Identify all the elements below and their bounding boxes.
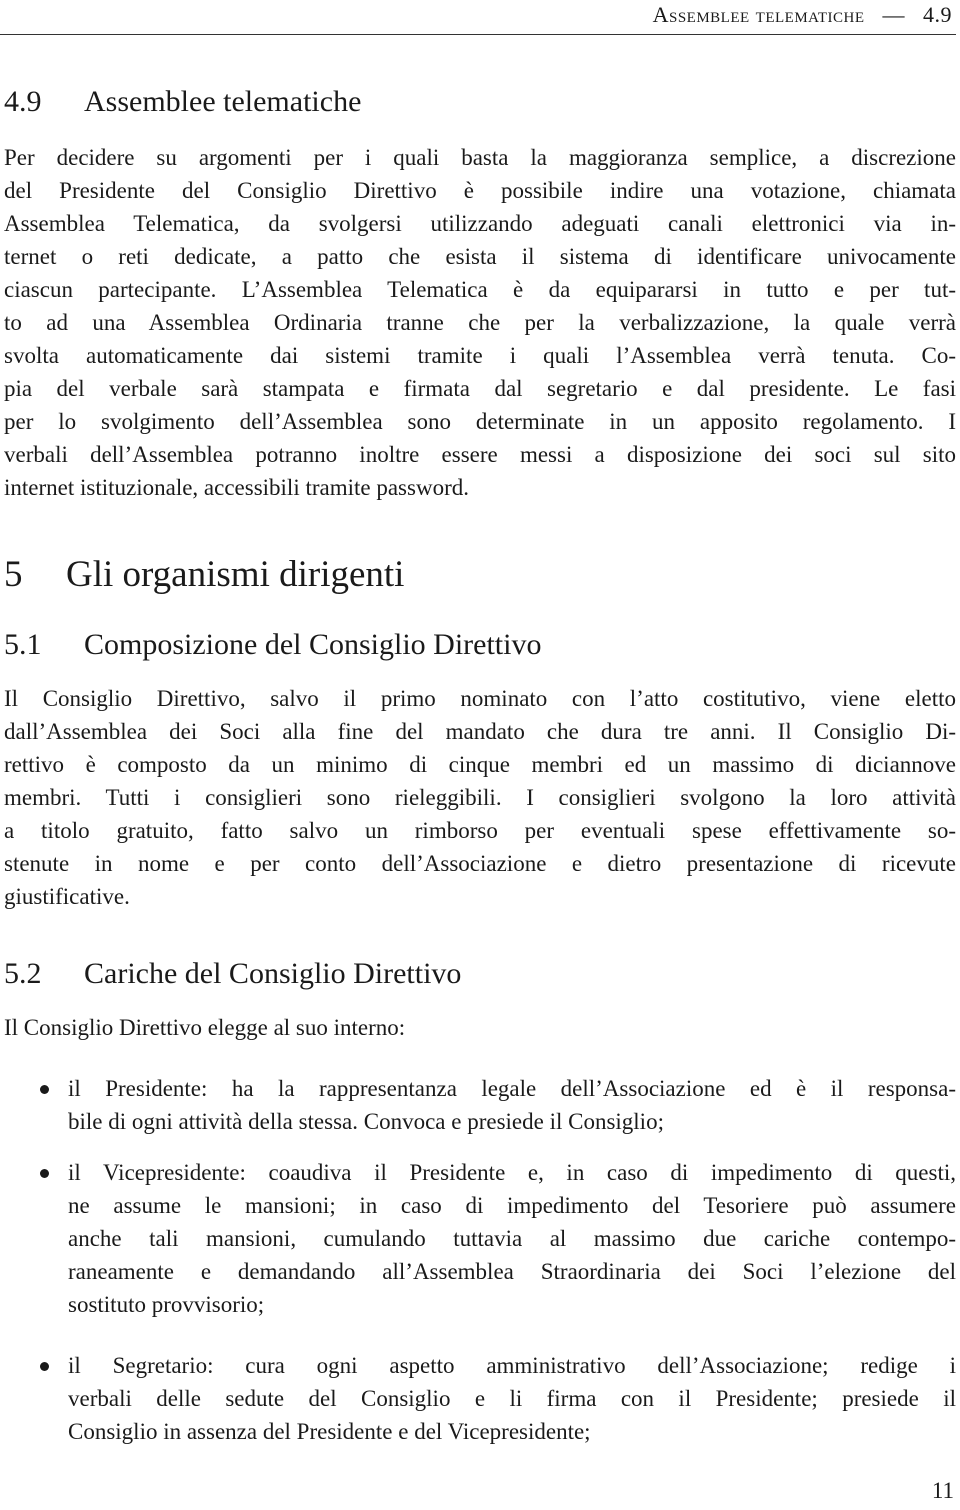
running-head-separator: — [882,2,905,27]
paragraph-line: ternet o reti dedicate, a patto che esis… [4,244,956,269]
list-item-line: Consiglio in assenza del Presidente e de… [68,1419,591,1444]
paragraph-line: rettivo è composto da un minimo di cinqu… [4,752,956,777]
section-number: 5.2 [4,957,42,990]
bullet-icon [40,1362,49,1371]
paragraph-line: to ad una Assemblea Ordinaria tranne che… [4,310,956,335]
paragraph-line: stenute in nome e per conto dell’Associa… [4,851,956,876]
paragraph-line: dall’Assemblea dei Soci alla fine del ma… [4,719,956,744]
list-item-line: sostituto provvisorio; [68,1292,265,1317]
paragraph-line: svolta automaticamente dai sistemi trami… [4,343,956,368]
paragraph-line: ciascun partecipante. L’Assemblea Telema… [4,277,956,302]
paragraph-line: pia del verbale sarà stampata e firmata … [4,376,956,401]
section-heading-4-9: 4.9 Assemblee telematiche [4,84,361,120]
list-item-line: raneamente e demandando all’Assemblea St… [68,1259,956,1284]
section-heading-5-1: 5.1 Composizione del Consiglio Direttivo [4,627,541,663]
paragraph-line: verbali dell’Assemblea potranno inoltre … [4,442,956,467]
section-5-2-intro: Il Consiglio Direttivo elegge al suo int… [4,1015,406,1040]
section-number: 4.9 [4,85,42,118]
section-number: 5.1 [4,628,42,661]
section-number: 5 [4,554,23,595]
paragraph-line: Il Consiglio Direttivo, salvo il primo n… [4,686,956,711]
list-item-line: verbali delle sedute del Consiglio e li … [68,1386,956,1411]
list-item-line: il Segretario: cura ogni aspetto amminis… [68,1353,956,1378]
paragraph-line: per lo svolgimento dell’Assemblea sono d… [4,409,956,434]
section-heading-5: 5 Gli organismi dirigenti [4,553,404,597]
paragraph-line: giustificative. [4,884,130,909]
section-title: Assemblee telematiche [84,85,362,118]
paragraph-line: a titolo gratuito, fatto salvo un rimbor… [4,818,956,843]
running-head: Assemblee telematiche — 4.9 [0,0,956,35]
list-item-line: ne assume le mansioni; in caso di impedi… [68,1193,956,1218]
section-title: Gli organismi dirigenti [66,554,405,595]
section-title: Cariche del Consiglio Direttivo [84,957,462,990]
running-head-title: Assemblee telematiche [652,2,865,27]
section-title: Composizione del Consiglio Direttivo [84,628,542,661]
section-heading-5-2: 5.2 Cariche del Consiglio Direttivo [4,956,461,992]
paragraph-line: Assemblea Telematica, da svolgersi utili… [4,211,956,236]
running-head-text: Assemblee telematiche — 4.9 [653,2,952,28]
paragraph-line: internet istituzionale, accessibili tram… [4,475,469,500]
list-item-line: il Presidente: ha la rappresentanza lega… [68,1076,956,1101]
list-item-line: il Vicepresidente: coaudiva il President… [68,1160,956,1185]
paragraph-line: Per decidere su argomenti per i quali ba… [4,145,956,170]
list-item-line: bile di ogni attività della stessa. Conv… [68,1109,664,1134]
list-item-line: anche tali mansioni, cumulando tuttavia … [68,1226,956,1251]
bullet-icon [40,1085,49,1094]
running-head-section: 4.9 [923,2,952,27]
page-number: 11 [931,1478,954,1503]
paragraph-line: membri. Tutti i consiglieri sono rielegg… [4,785,956,810]
document-page: Assemblee telematiche — 4.9 4.9 Assemblee… [0,0,960,1510]
paragraph-line: del Presidente del Consiglio Direttivo è… [4,178,956,203]
bullet-icon [40,1169,49,1178]
